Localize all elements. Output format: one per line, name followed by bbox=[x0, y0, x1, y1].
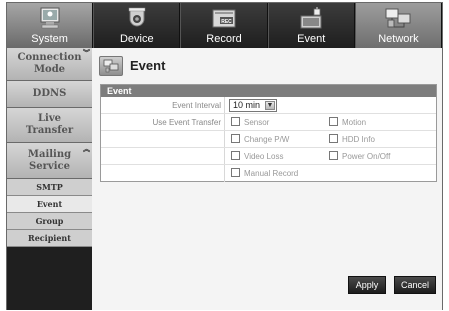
sidebar: ︾ Connection Mode DDNS Live Transfer ︽ M… bbox=[7, 48, 92, 310]
tab-label: Device bbox=[119, 33, 154, 45]
sidebar-subitem-smtp[interactable]: SMTP bbox=[7, 179, 92, 196]
event-interval-label: Event Interval bbox=[172, 101, 221, 110]
tab-label: Network bbox=[378, 33, 419, 45]
sidebar-subitem-label: SMTP bbox=[36, 182, 63, 192]
record-icon: REC bbox=[207, 7, 241, 31]
use-event-transfer-label: Use Event Transfer bbox=[152, 118, 221, 127]
system-monitor-icon bbox=[33, 7, 67, 31]
sidebar-item-label: Connection Mode bbox=[17, 52, 82, 75]
sidebar-item-label: Mailing Service bbox=[27, 148, 72, 172]
event-interval-row: Event Interval 10 min ▼ bbox=[101, 97, 436, 114]
sidebar-item-connection-mode[interactable]: ︾ Connection Mode bbox=[7, 48, 92, 81]
sidebar-subitem-group[interactable]: Group bbox=[7, 213, 92, 230]
sensor-checkbox[interactable] bbox=[231, 117, 240, 126]
sidebar-empty-area bbox=[7, 247, 92, 310]
sidebar-item-label: DDNS bbox=[32, 88, 67, 99]
motion-label: Motion bbox=[342, 118, 367, 127]
sidebar-subitem-event[interactable]: Event bbox=[7, 196, 92, 213]
hdd-info-label: HDD Info bbox=[342, 135, 375, 144]
event-settings-panel: Event Event Interval 10 min ▼ Use Event … bbox=[100, 84, 437, 182]
chevron-down-icon[interactable]: ▼ bbox=[265, 101, 275, 110]
sidebar-subitem-label: Recipient bbox=[28, 233, 71, 243]
sidebar-item-live-transfer[interactable]: Live Transfer bbox=[7, 108, 92, 143]
chevron-double-down-icon: ︾ bbox=[83, 48, 90, 57]
event-transfer-row-1: Use Event Transfer Sensor Motion bbox=[101, 114, 436, 131]
sidebar-subitem-label: Group bbox=[35, 216, 64, 226]
event-interval-value: 10 min bbox=[233, 100, 261, 110]
event-transfer-row-3: Video Loss Power On/Off bbox=[101, 148, 436, 165]
network-icon bbox=[381, 7, 415, 31]
change-pw-checkbox[interactable] bbox=[231, 134, 240, 143]
sidebar-subitem-recipient[interactable]: Recipient bbox=[7, 230, 92, 247]
manual-record-label: Manual Record bbox=[244, 169, 299, 178]
motion-checkbox[interactable] bbox=[329, 117, 338, 126]
change-pw-label: Change P/W bbox=[244, 135, 290, 144]
svg-text:REC: REC bbox=[221, 19, 232, 25]
power-on-off-label: Power On/Off bbox=[342, 152, 391, 161]
main-content: Event Event Event Interval 10 min ▼ Use … bbox=[92, 48, 442, 310]
sidebar-item-ddns[interactable]: DDNS bbox=[7, 81, 92, 108]
event-icon bbox=[294, 7, 328, 31]
cancel-button[interactable]: Cancel bbox=[394, 276, 436, 294]
tab-network[interactable]: Network bbox=[354, 3, 443, 48]
tab-label: System bbox=[31, 33, 68, 45]
top-tab-bar: System Device REC Record Event Network bbox=[7, 3, 443, 48]
panel-header: Event bbox=[101, 85, 436, 97]
manual-record-checkbox[interactable] bbox=[231, 168, 240, 177]
tab-event[interactable]: Event bbox=[267, 3, 355, 48]
camera-icon bbox=[120, 7, 154, 31]
hdd-info-checkbox[interactable] bbox=[329, 134, 338, 143]
event-transfer-row-2: Change P/W HDD Info bbox=[101, 131, 436, 148]
tab-system[interactable]: System bbox=[7, 3, 94, 48]
sensor-label: Sensor bbox=[244, 118, 270, 127]
sidebar-subitem-label: Event bbox=[36, 199, 63, 209]
sidebar-item-mailing-service[interactable]: ︽ Mailing Service bbox=[7, 143, 92, 179]
tab-label: Event bbox=[297, 33, 326, 45]
network-page-icon bbox=[99, 56, 123, 76]
event-transfer-row-4: Manual Record bbox=[101, 165, 436, 182]
tab-device[interactable]: Device bbox=[93, 3, 181, 48]
chevron-double-up-icon: ︽ bbox=[83, 144, 90, 153]
apply-button[interactable]: Apply bbox=[348, 276, 386, 294]
page-title: Event bbox=[130, 58, 166, 73]
power-on-off-checkbox[interactable] bbox=[329, 151, 338, 160]
event-interval-select[interactable]: 10 min ▼ bbox=[229, 99, 277, 112]
tab-record[interactable]: REC Record bbox=[180, 3, 268, 48]
video-loss-label: Video Loss bbox=[244, 152, 284, 161]
window-frame: System Device REC Record Event Network ︾… bbox=[6, 2, 443, 310]
video-loss-checkbox[interactable] bbox=[231, 151, 240, 160]
tab-label: Record bbox=[206, 33, 242, 45]
sidebar-item-label: Live Transfer bbox=[25, 113, 74, 136]
